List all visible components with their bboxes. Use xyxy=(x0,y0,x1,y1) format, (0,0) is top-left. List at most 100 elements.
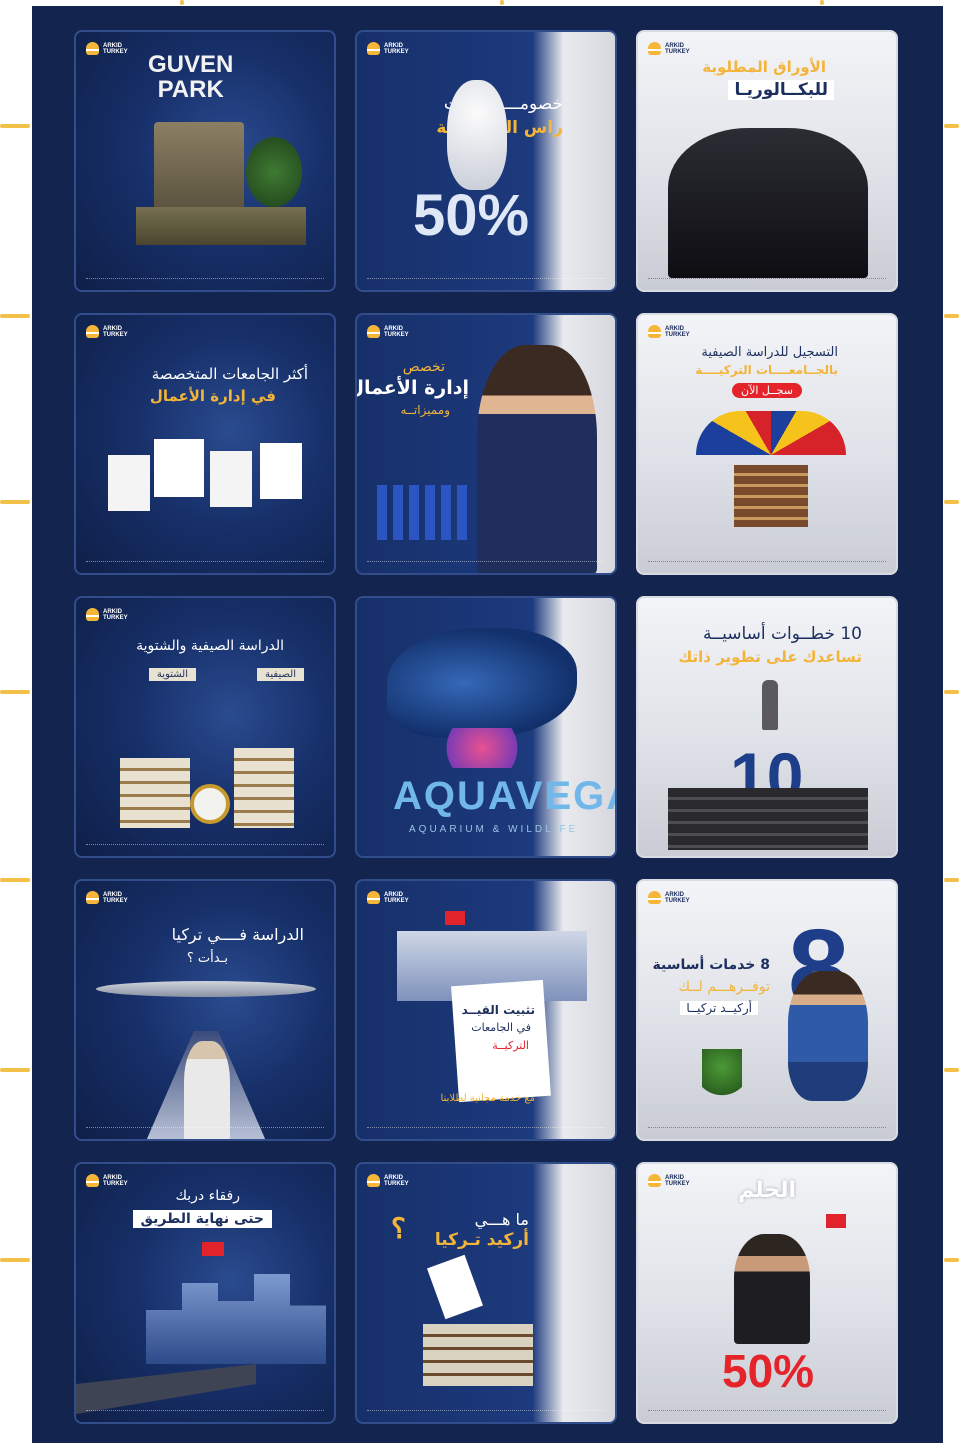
university-card xyxy=(260,443,302,499)
deco-line xyxy=(0,314,30,318)
arkid-logo-icon xyxy=(648,891,661,904)
tile-footer xyxy=(648,278,886,282)
tile-footer xyxy=(86,561,324,565)
tile-footer xyxy=(86,278,324,282)
tile-line1: التسجيل للدراسة الصيفية xyxy=(701,345,838,360)
arkid-logo: ARKID TURKEY xyxy=(648,891,690,904)
tile-line1: رفقاء دربك xyxy=(175,1188,240,1204)
post-tile-business-major[interactable]: ARKID TURKEY تخصص إدارة الأعمال ومميزاتـ… xyxy=(355,313,617,575)
coral-illustration xyxy=(427,728,537,768)
arkid-logo-icon xyxy=(648,325,661,338)
arkid-logo-icon xyxy=(86,42,99,55)
turkey-flag-icon xyxy=(826,1214,846,1228)
tile-line2: حتى نهاية الطريق xyxy=(132,1210,272,1228)
tile-line2: تساعدك على تطوير ذاتك xyxy=(678,648,862,666)
post-tile-enrollment-confirmation[interactable]: ARKID TURKEY تثبيت القيــد في الجامعات ا… xyxy=(355,879,617,1141)
tile-line1: ما هـــي xyxy=(474,1210,529,1229)
arkid-logo-icon xyxy=(648,42,661,55)
city-buildings-illustration xyxy=(146,1274,326,1364)
arkid-logo: ARKID TURKEY xyxy=(86,325,128,338)
deco-line xyxy=(944,878,959,882)
tile-line1: تخصص xyxy=(402,359,445,375)
register-now-button[interactable]: سجــل الآن xyxy=(732,383,802,398)
bar-chart-illustration xyxy=(377,485,467,540)
deco-line xyxy=(0,878,30,882)
arkid-logo-icon xyxy=(86,891,99,904)
tile-footer xyxy=(86,844,324,848)
graduates-illustration xyxy=(668,128,868,278)
arkid-logo: ARKID TURKEY xyxy=(86,608,128,621)
arkid-logo: ARKID TURKEY xyxy=(367,891,409,904)
arkid-logo-icon xyxy=(648,1174,661,1187)
summer-label: الصيفية xyxy=(257,668,304,681)
stone-base xyxy=(136,207,306,245)
tile-line3: أركيــد تركيــا xyxy=(680,1001,758,1015)
tile-line2: في الجامعات xyxy=(471,1021,531,1034)
deco-line xyxy=(820,0,824,5)
deco-line xyxy=(944,1068,959,1072)
post-tile-what-is-arkid[interactable]: ARKID TURKEY ما هـــي أركيد تـركيا ؟ xyxy=(355,1162,617,1424)
arkid-logo-icon xyxy=(86,1174,99,1187)
person-standing-illustration xyxy=(762,680,778,730)
university-card xyxy=(210,451,252,507)
post-tile-new-year-discount[interactable]: ARKID TURKEY خصومـــــــــــات راس الـــ… xyxy=(355,30,617,292)
post-tile-business-universities[interactable]: ARKID TURKEY أكثر الجامعات المتخصصة في إ… xyxy=(74,313,336,575)
deco-line xyxy=(500,0,504,5)
deco-line xyxy=(180,0,184,5)
deco-line xyxy=(944,314,959,318)
deco-line xyxy=(0,1068,30,1072)
tile-footer xyxy=(648,561,886,565)
tile-footer xyxy=(367,1410,605,1414)
post-tile-8-services[interactable]: ARKID TURKEY 8 8 خدمات أساسية توفــرهـــ… xyxy=(636,879,898,1141)
tile-line2: للبكــالوريـا xyxy=(728,80,834,100)
post-tile-10-steps[interactable]: 10 خطــوات أساسيــة تساعدك على تطوير ذات… xyxy=(636,596,898,858)
tile-line2: إدارة الأعمال xyxy=(355,377,469,399)
road-illustration xyxy=(76,1364,256,1414)
arkid-logo: ARKID TURKEY xyxy=(367,42,409,55)
turkey-flag-icon xyxy=(445,911,465,925)
tile-line1: الدراسة فــــي تركيا xyxy=(171,925,304,944)
tile-line1: 8 خدمات أساسية xyxy=(652,957,770,973)
deco-line xyxy=(0,1258,30,1262)
flag-card xyxy=(426,1254,484,1320)
post-tile-companions[interactable]: ARKID TURKEY رفقاء دربك حتى نهاية الطريق xyxy=(74,1162,336,1424)
post-tile-the-dream[interactable]: ARKID TURKEY الحلم 50% xyxy=(636,1162,898,1424)
tile-note: مع خدمة مجانية لطلابنا xyxy=(440,1093,535,1104)
tile-title: الحلم xyxy=(738,1178,796,1203)
arkid-logo: ARKID TURKEY xyxy=(86,1174,128,1187)
tile-line2: توفــرهـــم لــك xyxy=(678,979,770,995)
turkey-flag-icon xyxy=(202,1242,224,1256)
tile-footer xyxy=(367,278,605,282)
post-tile-summer-winter-study[interactable]: ARKID TURKEY الدراسة الصيفية والشتوية ال… xyxy=(74,596,336,858)
tile-subtitle: AQUARIUM & WILDLIFE xyxy=(409,824,579,835)
airplane-illustration xyxy=(96,981,316,997)
tile-footer xyxy=(648,1410,886,1414)
tile-footer xyxy=(86,1127,324,1131)
arkid-logo: ARKID TURKEY xyxy=(367,325,409,338)
arkid-logo: ARKID TURKEY xyxy=(648,1174,690,1187)
tile-line1: أكثر الجامعات المتخصصة xyxy=(151,365,308,383)
tile-line3: التركيــة xyxy=(492,1039,529,1052)
deco-line xyxy=(0,124,30,128)
deco-line xyxy=(944,124,959,128)
deco-line xyxy=(944,690,959,694)
tile-line1: الأوراق المطلوبة xyxy=(702,58,826,76)
arkid-logo-icon xyxy=(367,1174,380,1187)
arkid-logo: ARKID TURKEY xyxy=(648,42,690,55)
arkid-logo-icon xyxy=(86,325,99,338)
stairs-illustration xyxy=(668,788,868,850)
arkid-logo-icon xyxy=(367,42,380,55)
university-card xyxy=(108,455,150,511)
post-tile-summer-registration[interactable]: ARKID TURKEY التسجيل للدراسة الصيفية بال… xyxy=(636,313,898,575)
student-illustration xyxy=(734,1234,810,1344)
post-tile-study-in-turkey[interactable]: ARKID TURKEY الدراسة فــــي تركيا بـدأت … xyxy=(74,879,336,1141)
tile-line1: 10 خطــوات أساسيــة xyxy=(703,624,862,644)
university-card xyxy=(154,439,204,497)
post-tile-guven-park[interactable]: ARKID TURKEY GUVEN PARK xyxy=(74,30,336,292)
tile-title: الدراسة الصيفية والشتوية xyxy=(136,638,284,654)
books-right-illustration xyxy=(234,748,294,828)
snowman-illustration xyxy=(447,80,507,190)
post-tile-baccalaureate-papers[interactable]: ARKID TURKEY الأوراق المطلوبة للبكــالور… xyxy=(636,30,898,292)
post-tile-aquavega[interactable]: AQUAVEGA AQUARIUM & WILDLIFE xyxy=(355,596,617,858)
person-back-illustration xyxy=(184,1041,230,1139)
